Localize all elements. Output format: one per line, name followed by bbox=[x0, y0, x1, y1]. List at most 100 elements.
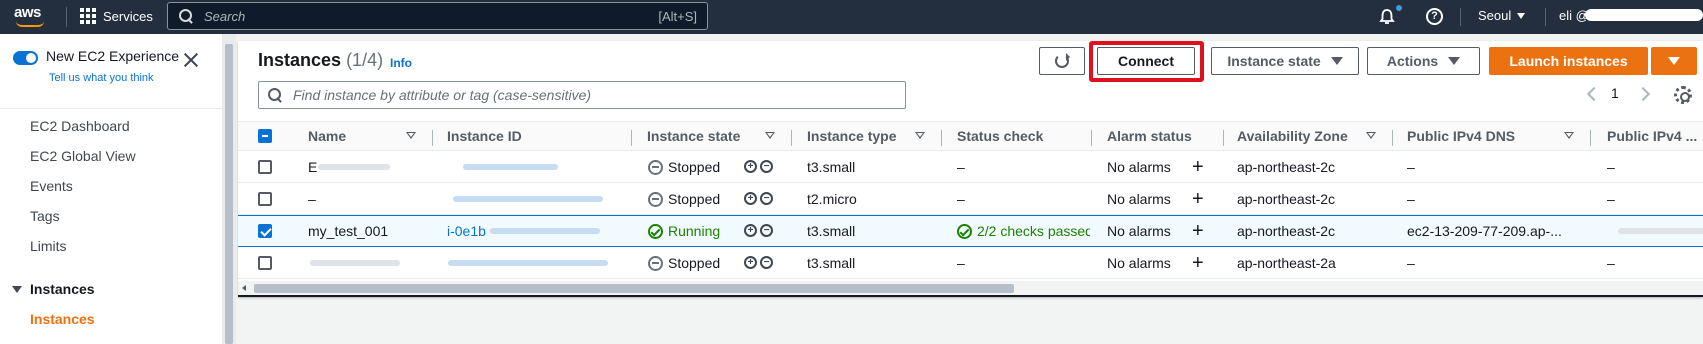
sort-icon[interactable] bbox=[915, 132, 925, 139]
sidebar-item-ec2-dashboard[interactable]: EC2 Dashboard bbox=[30, 118, 130, 134]
zoom-out-icon[interactable]: − bbox=[760, 192, 773, 205]
services-menu-button[interactable]: Services bbox=[80, 8, 153, 24]
col-status-check[interactable]: Status check bbox=[957, 128, 1043, 144]
search-input[interactable] bbox=[204, 8, 624, 24]
stopped-icon bbox=[648, 192, 663, 207]
sidebar-item-events[interactable]: Events bbox=[30, 178, 73, 194]
instance-state-dropdown[interactable]: Instance state bbox=[1211, 47, 1359, 75]
services-label: Services bbox=[103, 8, 153, 24]
scroll-left-icon[interactable] bbox=[242, 285, 246, 291]
row-checkbox[interactable] bbox=[258, 224, 272, 238]
redacted-instance-id bbox=[463, 164, 558, 170]
search-icon bbox=[178, 8, 194, 24]
zoom-in-icon[interactable]: + bbox=[744, 224, 757, 237]
sidebar-scrollbar[interactable] bbox=[222, 34, 236, 344]
grid-icon bbox=[80, 8, 96, 24]
new-experience-toggle[interactable] bbox=[13, 51, 38, 65]
row-checkbox[interactable] bbox=[258, 192, 272, 206]
refresh-button[interactable] bbox=[1039, 47, 1085, 75]
aws-logo[interactable]: aws bbox=[14, 4, 50, 28]
chevron-down-icon bbox=[1517, 12, 1526, 19]
redacted-instance-id bbox=[448, 260, 608, 266]
top-navigation: aws Services [Alt+S] ? Seoul eli @ bbox=[0, 0, 1703, 34]
table-row-selected[interactable]: my_test_001 i-0e1b Running + − t3.small … bbox=[238, 215, 1703, 247]
redacted-name bbox=[310, 260, 400, 266]
zoom-out-icon[interactable]: − bbox=[760, 160, 773, 173]
table-row[interactable]: E Stopped + − t3.small – No alarms + ap-… bbox=[238, 151, 1703, 183]
instance-count: (1/4) bbox=[346, 50, 384, 70]
actions-dropdown[interactable]: Actions bbox=[1367, 47, 1480, 75]
filter-input[interactable] bbox=[293, 87, 893, 103]
sidebar: New EC2 Experience Tell us what you thin… bbox=[0, 34, 222, 344]
instance-id-link[interactable]: i-0e1b bbox=[447, 223, 486, 239]
add-alarm-icon[interactable]: + bbox=[1192, 221, 1204, 241]
launch-instances-button[interactable]: Launch instances bbox=[1489, 47, 1648, 75]
sidebar-section-instances[interactable]: Instances bbox=[12, 281, 95, 297]
redacted-instance-id bbox=[453, 196, 603, 202]
stopped-icon bbox=[648, 160, 663, 175]
new-experience-label: New EC2 Experience bbox=[46, 48, 180, 64]
page-title: Instances (1/4) bbox=[258, 50, 384, 70]
col-instance-state[interactable]: Instance state bbox=[647, 128, 740, 144]
sidebar-item-instances[interactable]: Instances bbox=[30, 311, 95, 327]
sort-icon[interactable] bbox=[1564, 132, 1574, 139]
stopped-icon bbox=[648, 256, 663, 271]
zoom-out-icon[interactable]: − bbox=[760, 256, 773, 269]
zoom-in-icon[interactable]: + bbox=[744, 160, 757, 173]
sidebar-item-ec2-global-view[interactable]: EC2 Global View bbox=[30, 148, 136, 164]
redacted-instance-id bbox=[490, 228, 600, 234]
bell-icon[interactable] bbox=[1378, 8, 1396, 26]
col-availability-zone[interactable]: Availability Zone bbox=[1237, 128, 1348, 144]
row-checkbox[interactable] bbox=[258, 160, 272, 174]
col-public-ip[interactable]: Public IPv4 ... bbox=[1607, 128, 1697, 144]
table-horizontal-scrollbar[interactable] bbox=[238, 281, 1703, 295]
region-selector[interactable]: Seoul bbox=[1478, 8, 1526, 23]
launch-dropdown-button[interactable] bbox=[1651, 47, 1697, 75]
sidebar-item-limits[interactable]: Limits bbox=[30, 238, 67, 254]
zoom-in-icon[interactable]: + bbox=[744, 192, 757, 205]
table-row[interactable]: Stopped + − t3.small – No alarms + ap-no… bbox=[238, 247, 1703, 279]
instance-filter[interactable] bbox=[258, 81, 906, 109]
table-header: Name Instance ID Instance state Instance… bbox=[238, 121, 1703, 151]
check-passed-icon bbox=[957, 224, 972, 239]
search-shortcut: [Alt+S] bbox=[658, 9, 697, 24]
sort-icon[interactable] bbox=[765, 132, 775, 139]
col-instance-type[interactable]: Instance type bbox=[807, 128, 896, 144]
row-checkbox[interactable] bbox=[258, 256, 272, 270]
add-alarm-icon[interactable]: + bbox=[1192, 253, 1204, 273]
redacted-public-ip bbox=[1618, 228, 1703, 234]
add-alarm-icon[interactable]: + bbox=[1192, 189, 1204, 209]
sidebar-item-tags[interactable]: Tags bbox=[30, 208, 60, 224]
notification-dot bbox=[1396, 5, 1402, 11]
refresh-icon bbox=[1055, 53, 1070, 68]
col-public-dns[interactable]: Public IPv4 DNS bbox=[1407, 128, 1515, 144]
help-icon[interactable]: ? bbox=[1426, 8, 1443, 25]
page-number[interactable]: 1 bbox=[1611, 85, 1619, 101]
running-icon bbox=[648, 224, 663, 239]
select-all-checkbox[interactable] bbox=[258, 129, 272, 143]
feedback-link[interactable]: Tell us what you think bbox=[49, 72, 154, 84]
caret-down-icon bbox=[1330, 57, 1343, 65]
scroll-thumb[interactable] bbox=[254, 284, 1014, 293]
col-name[interactable]: Name bbox=[308, 128, 346, 144]
zoom-out-icon[interactable]: − bbox=[760, 224, 773, 237]
zoom-in-icon[interactable]: + bbox=[744, 256, 757, 269]
gear-icon[interactable] bbox=[1674, 86, 1692, 104]
col-alarm-status[interactable]: Alarm status bbox=[1107, 128, 1192, 144]
connect-highlight-box bbox=[1089, 41, 1204, 82]
sort-icon[interactable] bbox=[406, 132, 416, 139]
redacted-account bbox=[1585, 9, 1703, 21]
aws-smile-icon bbox=[16, 21, 44, 27]
redacted-name bbox=[318, 164, 390, 170]
col-instance-id[interactable]: Instance ID bbox=[447, 128, 522, 144]
caret-down-icon bbox=[12, 285, 22, 293]
search-icon bbox=[267, 87, 283, 103]
add-alarm-icon[interactable]: + bbox=[1192, 157, 1204, 177]
caret-down-icon bbox=[1668, 57, 1680, 65]
close-icon[interactable] bbox=[183, 52, 199, 68]
table-row[interactable]: – Stopped + − t2.micro – No alarms + ap-… bbox=[238, 183, 1703, 215]
global-search[interactable]: [Alt+S] bbox=[167, 2, 708, 30]
info-link[interactable]: Info bbox=[390, 56, 412, 70]
caret-down-icon bbox=[1448, 57, 1461, 65]
sort-icon[interactable] bbox=[1366, 132, 1376, 139]
